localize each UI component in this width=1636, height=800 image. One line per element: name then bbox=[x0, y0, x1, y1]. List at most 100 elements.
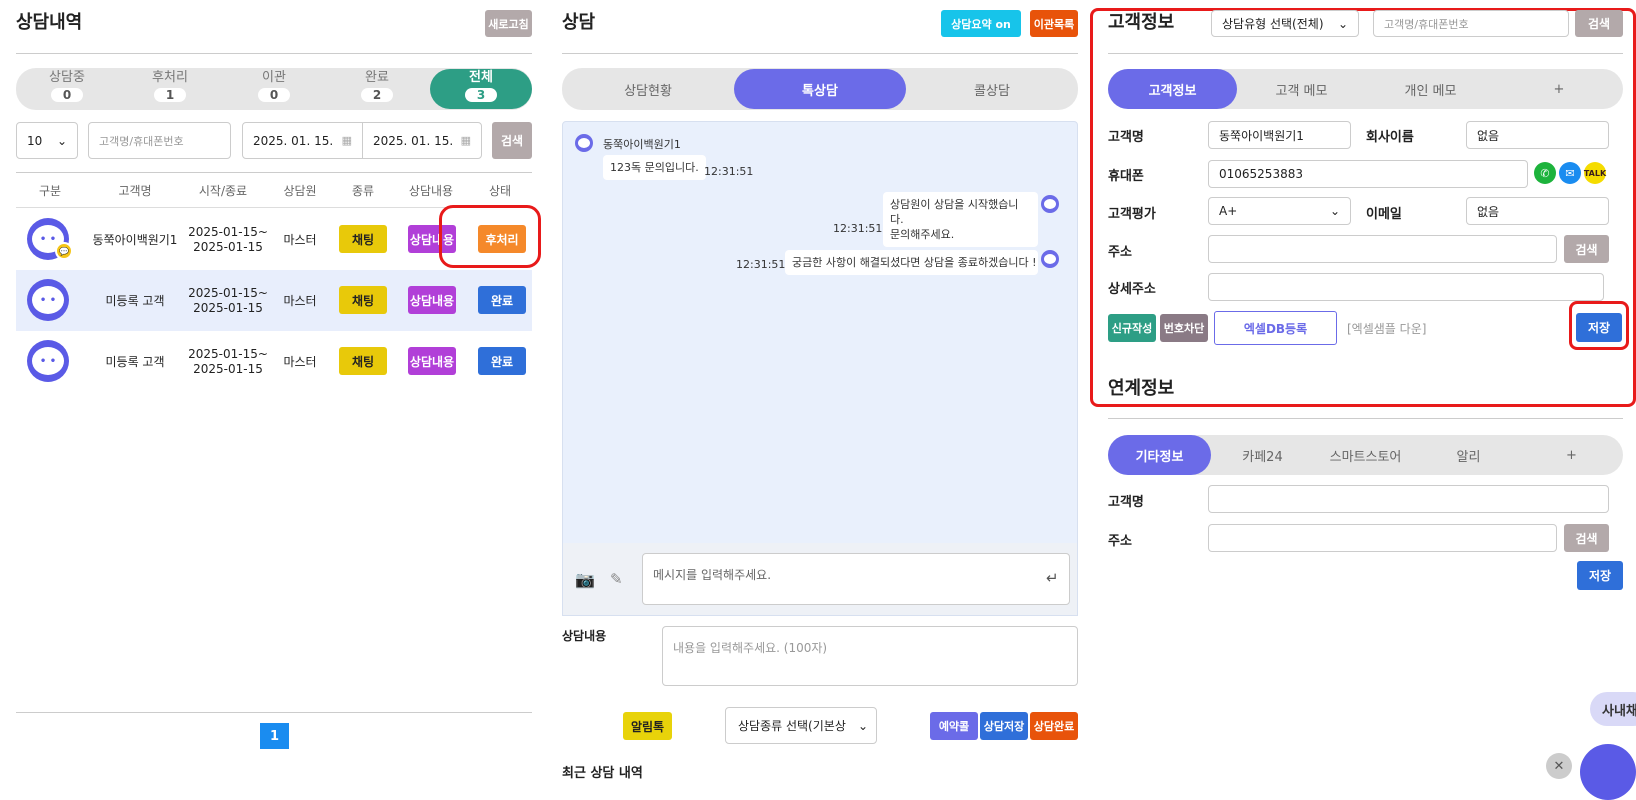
customer-search-button[interactable]: 검색 bbox=[1575, 10, 1623, 37]
tab-customer-memo[interactable]: 고객 메모 bbox=[1237, 69, 1366, 109]
date-from-input[interactable]: 2025. 01. 15. ▦ bbox=[242, 122, 363, 159]
linked-save-button[interactable]: 저장 bbox=[1577, 561, 1623, 590]
chat-message: 123독 문의입니다. bbox=[603, 155, 706, 180]
email-field[interactable]: 없음 bbox=[1466, 197, 1609, 225]
search-input[interactable]: 고객명/휴대폰번호 bbox=[88, 122, 231, 159]
company-field[interactable]: 없음 bbox=[1466, 121, 1609, 149]
calendar-icon: ▦ bbox=[460, 134, 471, 147]
tab-postprocess[interactable]: 후처리 1 bbox=[139, 70, 201, 108]
content-button[interactable]: 상담내용 bbox=[408, 286, 456, 314]
detail-address-field[interactable] bbox=[1208, 273, 1604, 301]
chevron-down-icon: ⌄ bbox=[1329, 204, 1340, 218]
grade-label: 고객평가 bbox=[1108, 207, 1156, 222]
address-field[interactable] bbox=[1208, 235, 1557, 263]
close-icon[interactable]: ✕ bbox=[1546, 753, 1572, 779]
tab-add[interactable]: + bbox=[1495, 69, 1623, 109]
summary-toggle-button[interactable]: 상담요약 on bbox=[941, 10, 1021, 37]
linked-address-field[interactable] bbox=[1208, 524, 1557, 552]
kind-badge[interactable]: 채팅 bbox=[339, 225, 387, 253]
page-size-select[interactable]: 10 ⌄ bbox=[16, 122, 78, 159]
left-panel: 상담내역 새로고침 상담중 0 후처리 1 이관 0 완료 2 전체 3 10 … bbox=[0, 0, 541, 770]
recent-history-title: 최근 상담 내역 bbox=[562, 766, 643, 781]
enter-icon[interactable]: ↵ bbox=[1046, 569, 1059, 587]
edit-icon[interactable]: ✎ bbox=[610, 570, 623, 588]
date-to-input[interactable]: 2025. 01. 15. ▦ bbox=[362, 122, 482, 159]
tab-talk[interactable]: 톡상담 bbox=[734, 69, 906, 109]
tab-complete[interactable]: 완료 2 bbox=[346, 70, 408, 108]
section-title: 고객정보 bbox=[1108, 12, 1175, 33]
tab-call[interactable]: 콜상담 bbox=[906, 68, 1078, 110]
table-row[interactable]: • • 미등록 고객 2025-01-15~ 2025-01-15 마스터 채팅 … bbox=[16, 270, 532, 331]
alimtalk-button[interactable]: 알림톡 bbox=[623, 712, 672, 740]
chat-time: 12:31:51 bbox=[833, 222, 883, 235]
phone-field[interactable]: 01065253883 bbox=[1208, 160, 1528, 188]
tab-transfer[interactable]: 이관 0 bbox=[243, 70, 305, 108]
internal-chat-button[interactable]: 사내채 bbox=[1590, 692, 1636, 726]
chevron-down-icon: ⌄ bbox=[56, 133, 67, 148]
tab-ali[interactable]: 알리 bbox=[1417, 435, 1520, 475]
excel-db-button[interactable]: 엑셀DB등록 bbox=[1214, 311, 1337, 345]
tab-all[interactable]: 전체 3 bbox=[430, 69, 532, 109]
tab-smartstore[interactable]: 스마트스토어 bbox=[1314, 435, 1417, 475]
address-search-button[interactable]: 검색 bbox=[1564, 235, 1609, 263]
page-button[interactable]: 1 bbox=[260, 723, 289, 749]
chatbot-launcher-icon[interactable] bbox=[1580, 744, 1636, 800]
kind-badge[interactable]: 채팅 bbox=[339, 347, 387, 375]
message-input[interactable]: 메시지를 입력해주세요. bbox=[642, 553, 1070, 605]
address-label: 주소 bbox=[1108, 245, 1132, 260]
block-number-button[interactable]: 번호차단 bbox=[1160, 314, 1208, 342]
linked-name-label: 고객명 bbox=[1108, 495, 1144, 510]
chevron-down-icon: ⌄ bbox=[857, 718, 868, 733]
detail-address-label: 상세주소 bbox=[1108, 282, 1156, 297]
customer-avatar bbox=[575, 134, 593, 152]
agent-avatar bbox=[1041, 195, 1059, 213]
highlight-box bbox=[439, 205, 541, 268]
name-field[interactable]: 동쭉아이백원기1 bbox=[1208, 121, 1351, 149]
email-label: 이메일 bbox=[1366, 207, 1402, 222]
new-customer-button[interactable]: 신규작성 bbox=[1108, 314, 1156, 342]
status-badge[interactable]: 완료 bbox=[478, 286, 526, 314]
search-button[interactable]: 검색 bbox=[492, 122, 532, 159]
reserve-call-button[interactable]: 예약콜 bbox=[930, 712, 978, 740]
transfer-list-button[interactable]: 이관목록 bbox=[1030, 10, 1078, 37]
chat-area: 동쭉아이백원기1 123독 문의입니다. 12:31:51 상담원이 상담을 시… bbox=[562, 121, 1078, 615]
chat-time: 12:31:51 bbox=[704, 165, 754, 178]
tab-consulting[interactable]: 상담중 0 bbox=[36, 70, 98, 108]
linked-address-label: 주소 bbox=[1108, 534, 1132, 549]
tab-linked-add[interactable]: + bbox=[1520, 435, 1623, 475]
camera-icon[interactable]: 📷 bbox=[575, 570, 595, 589]
grade-select[interactable]: A+ ⌄ bbox=[1208, 197, 1351, 225]
save-consult-button[interactable]: 상담저장 bbox=[980, 712, 1028, 740]
name-label: 고객명 bbox=[1108, 130, 1144, 145]
content-textarea[interactable]: 내용을 입력해주세요. (100자) bbox=[662, 626, 1078, 686]
content-button[interactable]: 상담내용 bbox=[408, 347, 456, 375]
phone-call-icon[interactable]: ✆ bbox=[1534, 162, 1556, 184]
tab-status[interactable]: 상담현황 bbox=[562, 68, 734, 110]
save-button[interactable]: 저장 bbox=[1576, 313, 1622, 342]
right-panel: 고객정보 상담유형 선택(전체) ⌄ 고객명/휴대폰번호 검색 고객정보 고객 … bbox=[1080, 0, 1636, 800]
tab-cafe24[interactable]: 카페24 bbox=[1211, 435, 1314, 475]
table-row[interactable]: • • 미등록 고객 2025-01-15~ 2025-01-15 마스터 채팅 … bbox=[16, 331, 532, 392]
chat-badge-icon: 💬 bbox=[55, 242, 73, 260]
avatar: • • bbox=[27, 279, 69, 321]
linked-address-search-button[interactable]: 검색 bbox=[1564, 524, 1609, 552]
type-select[interactable]: 상담유형 선택(전체) ⌄ bbox=[1211, 10, 1359, 37]
tab-etc-info[interactable]: 기타정보 bbox=[1108, 435, 1211, 475]
mail-icon[interactable]: ✉ bbox=[1559, 162, 1581, 184]
tab-customer-info[interactable]: 고객정보 bbox=[1108, 69, 1237, 109]
refresh-button[interactable]: 새로고침 bbox=[485, 10, 532, 37]
customer-search-input[interactable]: 고객명/휴대폰번호 bbox=[1373, 10, 1569, 37]
chat-message: 궁금한 사항이 해결되셨다면 상담을 종료하겠습니다 ! bbox=[785, 250, 1038, 275]
tab-personal-memo[interactable]: 개인 메모 bbox=[1366, 69, 1495, 109]
chat-time: 12:31:51 bbox=[736, 258, 786, 271]
middle-panel: 상담 상담요약 on 이관목록 상담현황 톡상담 콜상담 동쭉아이백원기1 12… bbox=[540, 0, 1080, 781]
linked-name-field[interactable] bbox=[1208, 485, 1609, 513]
kind-badge[interactable]: 채팅 bbox=[339, 286, 387, 314]
avatar: • • bbox=[27, 340, 69, 382]
complete-consult-button[interactable]: 상담완료 bbox=[1030, 712, 1078, 740]
status-badge[interactable]: 완료 bbox=[478, 347, 526, 375]
excel-sample-link[interactable]: [엑셀샘플 다운] bbox=[1347, 320, 1426, 337]
kind-select[interactable]: 상담종류 선택(기본상 ⌄ bbox=[725, 707, 877, 744]
kakao-talk-icon[interactable]: TALK bbox=[1584, 162, 1606, 184]
chat-sender-name: 동쭉아이백원기1 bbox=[603, 138, 681, 151]
